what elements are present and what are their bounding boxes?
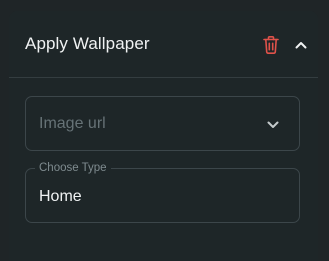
panel-header[interactable]: Apply Wallpaper xyxy=(9,11,318,78)
choose-type-field[interactable]: Choose Type Home xyxy=(25,161,300,223)
choose-type-value[interactable]: Home xyxy=(39,187,82,207)
choose-type-label: Choose Type xyxy=(35,161,111,175)
image-url-placeholder: Image url xyxy=(39,115,106,132)
chevron-up-icon[interactable] xyxy=(293,37,309,53)
trash-icon[interactable] xyxy=(262,35,280,55)
image-url-select[interactable]: Image url xyxy=(25,96,300,151)
apply-wallpaper-panel: Apply Wallpaper Image url Choose Type Ho… xyxy=(9,11,318,261)
chevron-down-icon[interactable] xyxy=(265,117,281,133)
panel-title: Apply Wallpaper xyxy=(25,34,150,53)
